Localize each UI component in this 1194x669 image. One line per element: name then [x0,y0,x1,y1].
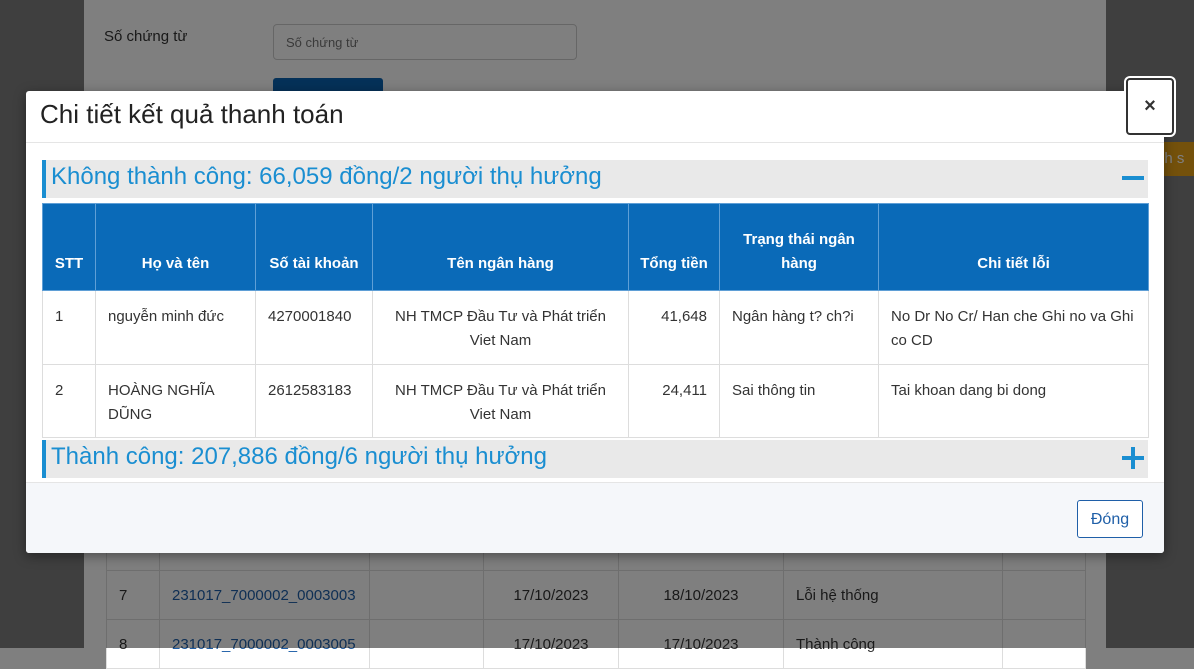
cell-name: nguyễn minh đức [95,290,256,365]
modal-title: Chi tiết kết quả thanh toán [40,99,344,129]
cell-bank-status: Ngân hàng t? ch?i [719,290,879,365]
success-section-title: Thành công: 207,886 đồng/6 người thụ hưở… [51,443,547,470]
failed-payments-table: STT Họ và tên Số tài khoản Tên ngân hàng… [42,203,1149,438]
col-header-account: Số tài khoản [255,203,373,291]
cell-amount: 41,648 [628,290,720,365]
cell-bank: NH TMCP Đầu Tư và Phát triển Viet Nam [372,290,629,365]
cell-error: No Dr No Cr/ Han che Ghi no va Ghi co CD [878,290,1149,365]
cell-stt: 1 [42,290,96,365]
close-button[interactable]: Đóng [1077,500,1143,538]
cell-bank: NH TMCP Đầu Tư và Phát triển Viet Nam [372,364,629,438]
close-icon[interactable]: × [1126,78,1174,135]
table-row: 1 nguyễn minh đức 4270001840 NH TMCP Đầu… [42,290,1149,365]
cell-account: 2612583183 [255,364,373,438]
failed-section-header[interactable]: Không thành công: 66,059 đồng/2 người th… [42,160,1148,198]
col-header-error: Chi tiết lỗi [878,203,1149,291]
cell-error: Tai khoan dang bi dong [878,364,1149,438]
cell-stt: 2 [42,364,96,438]
cell-name: HOÀNG NGHĨA DŨNG [95,364,256,438]
cell-bank-status: Sai thông tin [719,364,879,438]
col-header-amount: Tổng tiền [628,203,720,291]
modal-body: Không thành công: 66,059 đồng/2 người th… [26,144,1164,482]
cell-account: 4270001840 [255,290,373,365]
payment-result-modal: Chi tiết kết quả thanh toán × Không thàn… [26,78,1174,553]
success-section-header[interactable]: Thành công: 207,886 đồng/6 người thụ hưở… [42,440,1148,478]
table-header-row: STT Họ và tên Số tài khoản Tên ngân hàng… [42,203,1149,291]
table-row: 2 HOÀNG NGHĨA DŨNG 2612583183 NH TMCP Đầ… [42,364,1149,438]
collapse-minus-icon[interactable] [1122,167,1144,189]
modal-footer: Đóng [26,482,1164,553]
modal-header: Chi tiết kết quả thanh toán × [26,78,1174,143]
cell-amount: 24,411 [628,364,720,438]
expand-plus-icon[interactable] [1122,447,1144,469]
failed-section-title: Không thành công: 66,059 đồng/2 người th… [51,163,602,190]
col-header-name: Họ và tên [95,203,256,291]
col-header-bank-status: Trạng thái ngân hàng [719,203,879,291]
col-header-bank: Tên ngân hàng [372,203,629,291]
col-header-stt: STT [42,203,96,291]
